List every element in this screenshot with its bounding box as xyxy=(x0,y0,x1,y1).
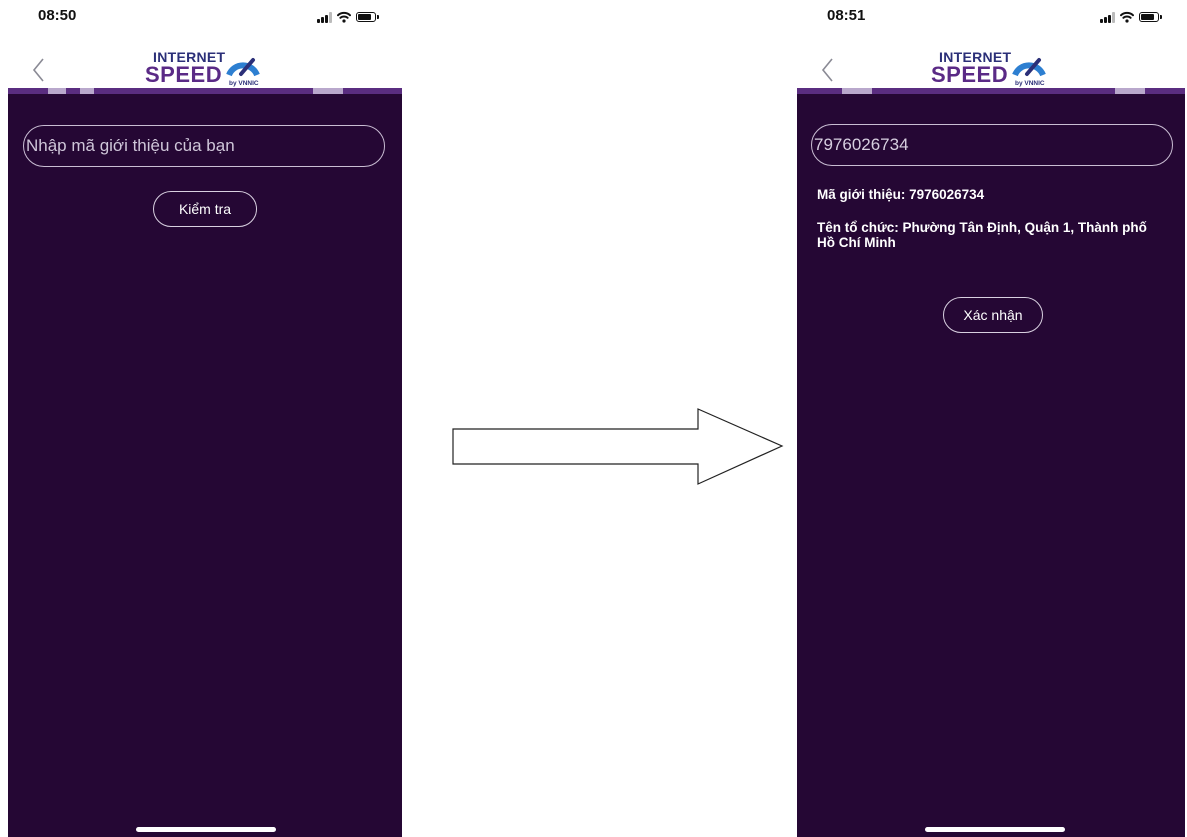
left-phone-screen: 08:50 INTERNET SPEED by VNNIC Nhập mã gi… xyxy=(8,0,402,837)
status-icons xyxy=(317,10,379,24)
referral-code-text: Mã giới thiệu: 7976026734 xyxy=(817,187,985,202)
right-arrow-icon xyxy=(452,408,784,485)
status-icons xyxy=(1100,10,1162,24)
referral-content: Kiểm tra xyxy=(8,94,402,837)
referral-code-input[interactable] xyxy=(23,125,385,167)
chevron-left-icon[interactable] xyxy=(30,56,48,84)
check-button[interactable]: Kiểm tra xyxy=(153,191,257,227)
referral-code-input[interactable] xyxy=(811,124,1173,166)
organization-text: Tên tổ chức: Phường Tân Định, Quận 1, Th… xyxy=(817,220,1147,250)
right-phone-screen: 08:51 INTERNET SPEED by VNNIC 7976026734… xyxy=(797,0,1185,837)
confirm-button[interactable]: Xác nhận xyxy=(943,297,1043,333)
battery-icon xyxy=(356,12,379,22)
chevron-left-icon[interactable] xyxy=(819,56,837,84)
speed-gauge-icon xyxy=(1012,58,1046,77)
cellular-signal-icon xyxy=(317,11,332,23)
cellular-signal-icon xyxy=(1100,11,1115,23)
app-header: INTERNET SPEED by VNNIC xyxy=(797,40,1185,92)
status-time: 08:50 xyxy=(38,7,77,24)
status-bar: 08:50 xyxy=(8,0,402,34)
internet-speed-logo: INTERNET SPEED by VNNIC xyxy=(931,48,1061,92)
wifi-icon xyxy=(1120,11,1134,23)
home-indicator xyxy=(925,827,1065,832)
battery-icon xyxy=(1139,12,1162,22)
home-indicator xyxy=(136,827,276,832)
internet-speed-logo: INTERNET SPEED by VNNIC xyxy=(145,48,275,92)
status-bar: 08:51 xyxy=(797,0,1185,34)
status-time: 08:51 xyxy=(827,7,866,24)
wifi-icon xyxy=(337,11,351,23)
app-header: INTERNET SPEED by VNNIC xyxy=(8,40,402,92)
referral-content: Mã giới thiệu: 7976026734 Tên tổ chức: P… xyxy=(797,94,1185,837)
speed-gauge-icon xyxy=(226,58,260,77)
